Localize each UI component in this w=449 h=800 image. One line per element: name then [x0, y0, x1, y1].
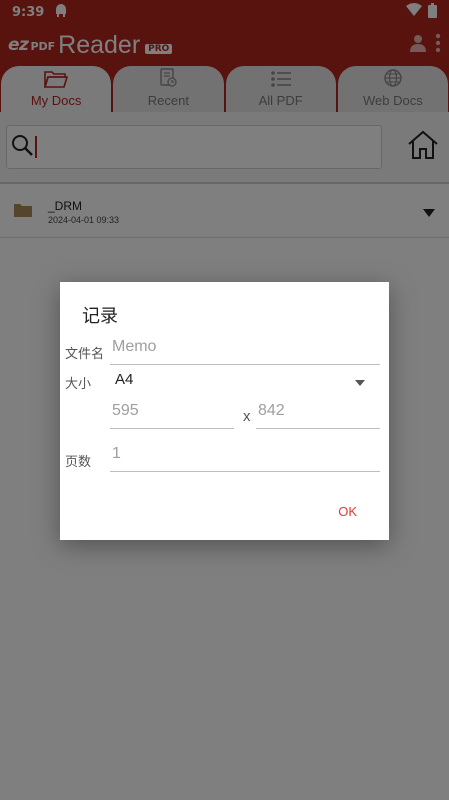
memo-dialog: 记录 文件名 Memo 大小 A4 595 x 842 页数 1 OK — [60, 282, 389, 540]
ok-button[interactable]: OK — [338, 504, 357, 519]
filename-label: 文件名 — [65, 347, 105, 362]
width-field[interactable]: 595 — [110, 402, 234, 429]
size-label: 大小 — [65, 377, 92, 392]
size-dropdown-arrow-icon[interactable] — [355, 380, 365, 386]
height-field[interactable]: 842 — [256, 402, 380, 429]
size-select[interactable]: A4 — [110, 371, 380, 398]
filename-field[interactable]: Memo — [110, 338, 380, 365]
pages-label: 页数 — [65, 455, 92, 470]
dialog-title: 记录 — [82, 306, 118, 327]
dimension-separator: x — [243, 408, 251, 425]
pages-field[interactable]: 1 — [110, 445, 380, 472]
